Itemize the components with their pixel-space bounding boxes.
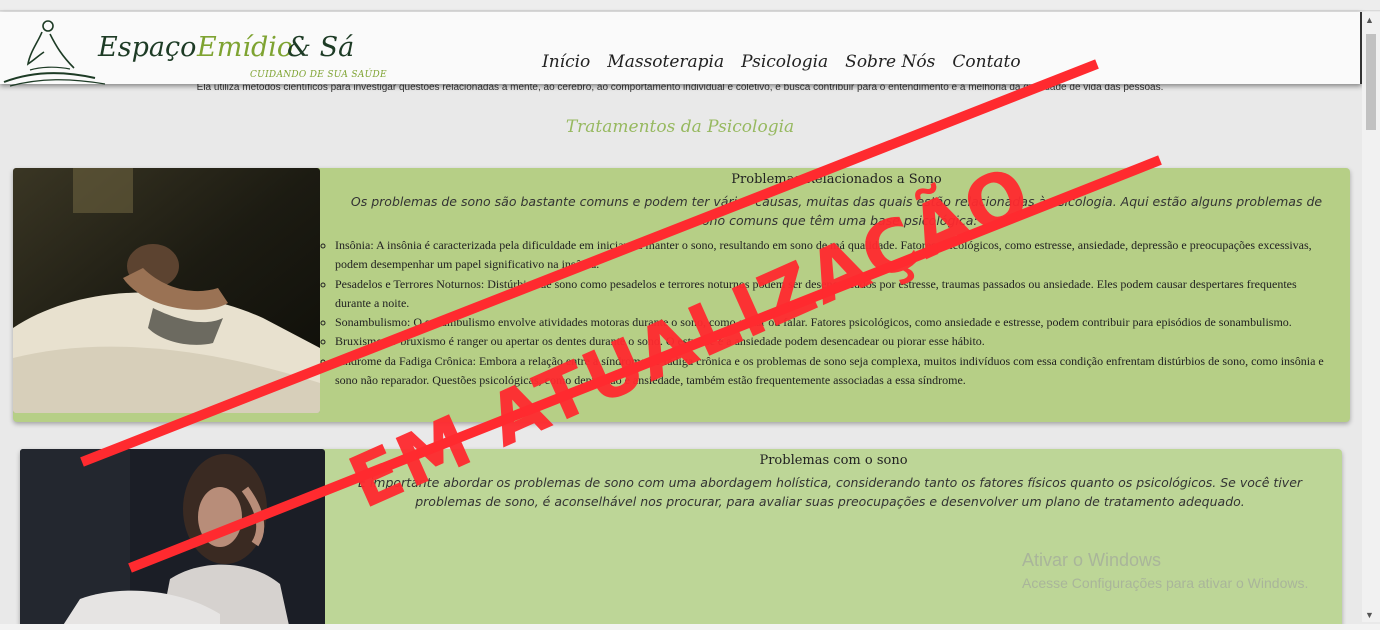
scroll-thumb[interactable] xyxy=(1366,34,1376,130)
list-item: Bruxismo: O bruxismo é ranger ou apertar… xyxy=(335,332,1335,351)
woman-awake-image xyxy=(20,449,325,630)
nav-inicio[interactable]: Início xyxy=(542,52,590,72)
card1-title: Problemas Relacionados a Sono xyxy=(731,172,942,187)
section-title: Tratamentos da Psicologia xyxy=(565,117,795,137)
man-in-bed-image xyxy=(13,168,320,413)
brand-name-part1: Espaço xyxy=(98,32,197,63)
windows-activation-watermark: Ativar o Windows Acesse Configurações pa… xyxy=(1022,550,1308,591)
browser-top-edge xyxy=(0,0,1380,11)
card2-intro: É importante abordar os problemas de son… xyxy=(357,475,1303,509)
browser-bottom-edge xyxy=(0,624,1380,630)
brand-tagline: CUIDANDO DE SUA SAÚDE xyxy=(250,70,387,80)
nav-psicologia[interactable]: Psicologia xyxy=(741,52,828,72)
scroll-up-arrow-icon[interactable]: ▲ xyxy=(1365,15,1374,25)
massage-logo-icon xyxy=(3,20,106,87)
page-scrollbar[interactable]: ▲ ▼ xyxy=(1362,12,1380,622)
scroll-down-arrow-icon[interactable]: ▼ xyxy=(1365,610,1374,620)
brand-name-part3: & Sá xyxy=(287,32,355,63)
watermark-subtitle: Acesse Configurações para ativar o Windo… xyxy=(1022,575,1309,591)
main-nav: Início Massoterapia Psicologia Sobre Nós… xyxy=(542,52,1021,72)
brand-name-part2: Emídio xyxy=(197,32,294,63)
nav-massoterapia[interactable]: Massoterapia xyxy=(607,52,724,72)
card1-intro: Os problemas de sono são bastante comuns… xyxy=(350,194,1323,228)
watermark-title: Ativar o Windows xyxy=(1022,550,1162,570)
treatment-card-sleep-issues: Problemas com o sono É importante aborda… xyxy=(20,449,1342,630)
nav-sobre-nos[interactable]: Sobre Nós xyxy=(845,52,935,72)
nav-contato[interactable]: Contato xyxy=(952,52,1020,72)
site-header: Espaço Emídio & Sá CUIDANDO DE SUA SAÚDE… xyxy=(0,12,1362,87)
